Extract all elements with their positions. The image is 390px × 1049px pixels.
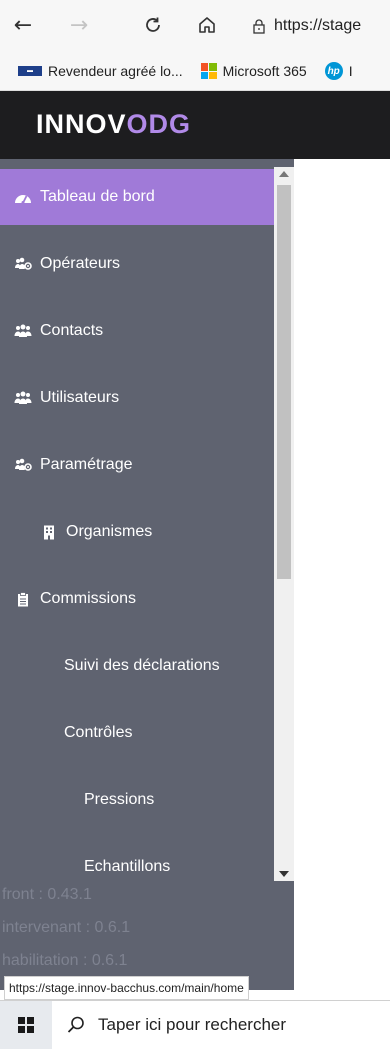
search-icon	[67, 1016, 84, 1033]
back-arrow-icon[interactable]: ←	[8, 10, 38, 40]
address-bar[interactable]: https://stage	[252, 11, 361, 41]
sidebar-item-operateurs[interactable]: Opérateurs	[0, 236, 274, 292]
scroll-down-arrow-icon[interactable]	[279, 871, 289, 877]
version-intervenant: intervenant : 0.6.1	[2, 919, 131, 936]
sidebar-item-parametrage[interactable]: Paramétrage	[0, 437, 274, 493]
clipboard-icon	[14, 591, 32, 607]
sidebar-item-label: Paramétrage	[40, 456, 133, 473]
brand-logo[interactable]: INNOVODG	[36, 109, 191, 140]
bookmarks-bar: ▬ Revendeur agréé lo... Microsoft 365 hp…	[0, 52, 390, 91]
users-icon	[14, 390, 32, 406]
bookmark-label: I	[348, 63, 353, 79]
sidebar-item-utilisateurs[interactable]: Utilisateurs	[0, 370, 274, 426]
hp-logo-icon: hp	[324, 62, 343, 80]
sidebar-item-label: Organismes	[66, 523, 153, 540]
sidebar-item-label: Tableau de bord	[40, 188, 155, 205]
browser-toolbar: ← → https://stage	[0, 0, 390, 52]
sidebar-item-commissions[interactable]: Commissions	[0, 571, 274, 627]
taskbar: Taper ici pour rechercher	[0, 1000, 390, 1049]
microsoft-logo-icon	[200, 63, 217, 79]
building-icon	[40, 524, 58, 540]
revendeur-logo-icon: ▬	[18, 66, 42, 76]
scroll-up-arrow-icon[interactable]	[279, 171, 289, 177]
home-icon[interactable]	[192, 10, 222, 40]
bookmark-label: Revendeur agréé lo...	[48, 63, 183, 79]
scrollbar-thumb[interactable]	[277, 185, 291, 579]
app-header: INNOVODG	[0, 91, 390, 159]
sidebar-item-label: Commissions	[40, 590, 137, 607]
users-cog-icon	[14, 256, 32, 272]
sidebar-item-label: Pressions	[84, 791, 155, 808]
sidebar-item-label: Contacts	[40, 322, 104, 339]
sidebar-item-tableau-de-bord[interactable]: Tableau de bord	[0, 169, 274, 225]
address-url: https://stage	[274, 17, 362, 34]
reload-icon[interactable]	[138, 10, 168, 40]
sidebar-item-label: Echantillons	[84, 858, 171, 875]
bookmark-hp[interactable]: hp I	[324, 62, 353, 80]
bookmark-label: Microsoft 365	[222, 63, 307, 79]
sidebar-item-organismes[interactable]: Organismes	[0, 504, 274, 560]
sidebar-item-contacts[interactable]: Contacts	[0, 303, 274, 359]
dashboard-icon	[14, 189, 32, 205]
taskbar-search[interactable]: Taper ici pour rechercher	[52, 1001, 390, 1049]
users-icon	[14, 323, 32, 339]
version-habilitation: habilitation : 0.6.1	[2, 952, 128, 969]
windows-start-icon[interactable]	[18, 1017, 34, 1033]
sidebar-item-suivi-des-declarations[interactable]: Suivi des déclarations	[0, 638, 274, 694]
status-bar-url: https://stage.innov-bacchus.com/main/hom…	[4, 976, 249, 1000]
sidebar-item-label: Suivi des déclarations	[64, 657, 220, 674]
bookmark-revendeur[interactable]: ▬ Revendeur agréé lo...	[18, 63, 183, 79]
sidebar-item-label: Contrôles	[64, 724, 133, 741]
search-placeholder: Taper ici pour rechercher	[98, 1015, 287, 1034]
sidebar: Tableau de bord Opérateurs Contacts Util…	[0, 159, 294, 990]
users-cog-icon	[14, 457, 32, 473]
lock-icon	[253, 19, 265, 34]
sidebar-scrollbar[interactable]	[274, 167, 294, 881]
forward-arrow-icon[interactable]: →	[64, 10, 94, 40]
sidebar-item-pressions[interactable]: Pressions	[0, 772, 274, 828]
sidebar-item-label: Utilisateurs	[40, 389, 120, 406]
sidebar-nav: Tableau de bord Opérateurs Contacts Util…	[0, 169, 274, 903]
bookmark-microsoft-365[interactable]: Microsoft 365	[200, 63, 307, 79]
sidebar-item-label: Opérateurs	[40, 255, 121, 272]
sidebar-item-controles[interactable]: Contrôles	[0, 705, 274, 761]
version-front: front : 0.43.1	[2, 886, 92, 903]
